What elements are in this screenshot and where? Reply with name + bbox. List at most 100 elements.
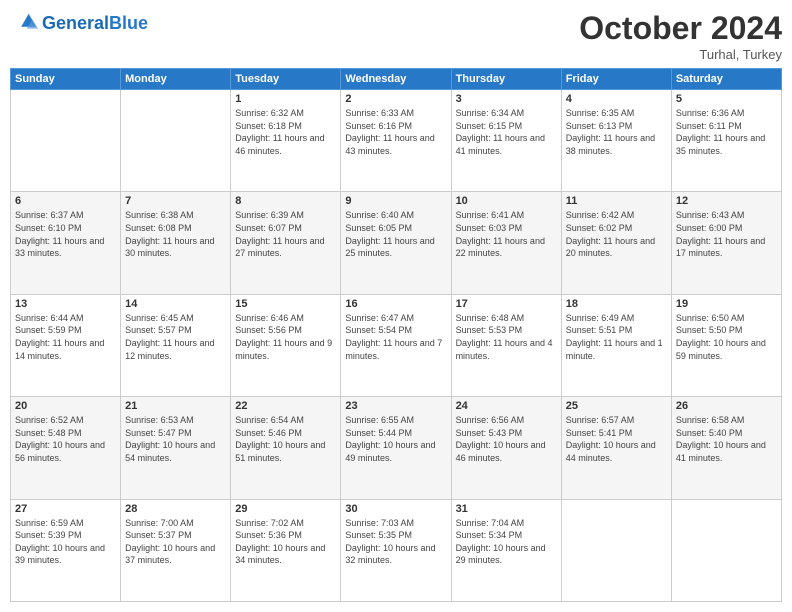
day-info: Sunrise: 6:57 AMSunset: 5:41 PMDaylight:… — [566, 414, 667, 464]
day-info: Sunrise: 6:34 AMSunset: 6:15 PMDaylight:… — [456, 107, 557, 157]
day-number: 16 — [345, 298, 446, 310]
day-number: 28 — [125, 503, 226, 515]
day-info: Sunrise: 6:33 AMSunset: 6:16 PMDaylight:… — [345, 107, 446, 157]
day-info: Sunrise: 6:48 AMSunset: 5:53 PMDaylight:… — [456, 312, 557, 362]
calendar-cell — [11, 90, 121, 192]
day-number: 8 — [235, 195, 336, 207]
logo-blue: Blue — [109, 13, 148, 33]
calendar-cell: 4 Sunrise: 6:35 AMSunset: 6:13 PMDaylight… — [561, 90, 671, 192]
day-number: 27 — [15, 503, 116, 515]
day-info: Sunrise: 6:49 AMSunset: 5:51 PMDaylight:… — [566, 312, 667, 362]
calendar-cell: 20 Sunrise: 6:52 AMSunset: 5:48 PMDayligh… — [11, 397, 121, 499]
day-info: Sunrise: 6:53 AMSunset: 5:47 PMDaylight:… — [125, 414, 226, 464]
col-header-friday: Friday — [561, 69, 671, 90]
day-number: 15 — [235, 298, 336, 310]
day-info: Sunrise: 6:39 AMSunset: 6:07 PMDaylight:… — [235, 209, 336, 259]
day-info: Sunrise: 6:50 AMSunset: 5:50 PMDaylight:… — [676, 312, 777, 362]
calendar-cell: 24Sunrise: 6:56 AMSunset: 5:43 PMDayligh… — [451, 397, 561, 499]
day-number: 18 — [566, 298, 667, 310]
day-info: Sunrise: 6:59 AMSunset: 5:39 PMDaylight:… — [15, 517, 116, 567]
day-info: Sunrise: 6:43 AMSunset: 6:00 PMDaylight:… — [676, 209, 777, 259]
calendar-cell: 13Sunrise: 6:44 AMSunset: 5:59 PMDayligh… — [11, 294, 121, 396]
logo: GeneralBlue — [10, 10, 148, 38]
day-number: 24 — [456, 400, 557, 412]
calendar-cell: 5 Sunrise: 6:36 AMSunset: 6:11 PMDaylight… — [671, 90, 781, 192]
day-number: 29 — [235, 503, 336, 515]
month-title: October 2024 — [579, 10, 782, 47]
calendar-cell — [561, 499, 671, 601]
calendar-cell: 27 Sunrise: 6:59 AMSunset: 5:39 PMDayligh… — [11, 499, 121, 601]
day-number: 26 — [676, 400, 777, 412]
day-number: 23 — [345, 400, 446, 412]
logo-text: GeneralBlue — [42, 14, 148, 34]
calendar-cell: 28 Sunrise: 7:00 AMSunset: 5:37 PMDayligh… — [121, 499, 231, 601]
calendar-cell: 1Sunrise: 6:32 AMSunset: 6:18 PMDaylight… — [231, 90, 341, 192]
col-header-saturday: Saturday — [671, 69, 781, 90]
calendar-cell: 9 Sunrise: 6:40 AMSunset: 6:05 PMDaylight… — [341, 192, 451, 294]
subtitle: Turhal, Turkey — [579, 47, 782, 62]
header: GeneralBlue October 2024 Turhal, Turkey — [10, 10, 782, 62]
col-header-thursday: Thursday — [451, 69, 561, 90]
day-info: Sunrise: 6:41 AMSunset: 6:03 PMDaylight:… — [456, 209, 557, 259]
calendar-cell: 2Sunrise: 6:33 AMSunset: 6:16 PMDaylight… — [341, 90, 451, 192]
day-number: 17 — [456, 298, 557, 310]
col-header-tuesday: Tuesday — [231, 69, 341, 90]
calendar-cell: 6 Sunrise: 6:37 AMSunset: 6:10 PMDaylight… — [11, 192, 121, 294]
calendar-cell: 29 Sunrise: 7:02 AMSunset: 5:36 PMDayligh… — [231, 499, 341, 601]
day-info: Sunrise: 6:47 AMSunset: 5:54 PMDaylight:… — [345, 312, 446, 362]
day-number: 4 — [566, 93, 667, 105]
calendar-cell: 16 Sunrise: 6:47 AMSunset: 5:54 PMDayligh… — [341, 294, 451, 396]
day-number: 22 — [235, 400, 336, 412]
calendar-cell: 15 Sunrise: 6:46 AMSunset: 5:56 PMDayligh… — [231, 294, 341, 396]
calendar-week-5: 27 Sunrise: 6:59 AMSunset: 5:39 PMDayligh… — [11, 499, 782, 601]
day-info: Sunrise: 6:55 AMSunset: 5:44 PMDaylight:… — [345, 414, 446, 464]
day-number: 19 — [676, 298, 777, 310]
col-header-wednesday: Wednesday — [341, 69, 451, 90]
calendar: SundayMondayTuesdayWednesdayThursdayFrid… — [10, 68, 782, 602]
day-info: Sunrise: 6:52 AMSunset: 5:48 PMDaylight:… — [15, 414, 116, 464]
day-number: 11 — [566, 195, 667, 207]
calendar-cell: 30Sunrise: 7:03 AMSunset: 5:35 PMDayligh… — [341, 499, 451, 601]
day-info: Sunrise: 6:46 AMSunset: 5:56 PMDaylight:… — [235, 312, 336, 362]
day-info: Sunrise: 6:54 AMSunset: 5:46 PMDaylight:… — [235, 414, 336, 464]
day-number: 14 — [125, 298, 226, 310]
day-number: 20 — [15, 400, 116, 412]
calendar-cell: 12 Sunrise: 6:43 AMSunset: 6:00 PMDayligh… — [671, 192, 781, 294]
logo-general: General — [42, 13, 109, 33]
day-number: 12 — [676, 195, 777, 207]
day-number: 25 — [566, 400, 667, 412]
calendar-cell — [121, 90, 231, 192]
day-number: 13 — [15, 298, 116, 310]
day-info: Sunrise: 6:42 AMSunset: 6:02 PMDaylight:… — [566, 209, 667, 259]
calendar-cell: 21 Sunrise: 6:53 AMSunset: 5:47 PMDayligh… — [121, 397, 231, 499]
day-info: Sunrise: 6:36 AMSunset: 6:11 PMDaylight:… — [676, 107, 777, 157]
day-number: 21 — [125, 400, 226, 412]
calendar-week-1: 1Sunrise: 6:32 AMSunset: 6:18 PMDaylight… — [11, 90, 782, 192]
calendar-cell: 22 Sunrise: 6:54 AMSunset: 5:46 PMDayligh… — [231, 397, 341, 499]
calendar-cell: 31Sunrise: 7:04 AMSunset: 5:34 PMDayligh… — [451, 499, 561, 601]
day-info: Sunrise: 7:02 AMSunset: 5:36 PMDaylight:… — [235, 517, 336, 567]
calendar-week-2: 6 Sunrise: 6:37 AMSunset: 6:10 PMDaylight… — [11, 192, 782, 294]
calendar-cell: 26Sunrise: 6:58 AMSunset: 5:40 PMDayligh… — [671, 397, 781, 499]
calendar-week-3: 13Sunrise: 6:44 AMSunset: 5:59 PMDayligh… — [11, 294, 782, 396]
day-info: Sunrise: 6:35 AMSunset: 6:13 PMDaylight:… — [566, 107, 667, 157]
day-info: Sunrise: 6:32 AMSunset: 6:18 PMDaylight:… — [235, 107, 336, 157]
day-number: 10 — [456, 195, 557, 207]
day-info: Sunrise: 6:37 AMSunset: 6:10 PMDaylight:… — [15, 209, 116, 259]
day-number: 3 — [456, 93, 557, 105]
day-info: Sunrise: 7:00 AMSunset: 5:37 PMDaylight:… — [125, 517, 226, 567]
title-block: October 2024 Turhal, Turkey — [579, 10, 782, 62]
day-info: Sunrise: 6:38 AMSunset: 6:08 PMDaylight:… — [125, 209, 226, 259]
calendar-cell: 10 Sunrise: 6:41 AMSunset: 6:03 PMDayligh… — [451, 192, 561, 294]
calendar-cell: 17 Sunrise: 6:48 AMSunset: 5:53 PMDayligh… — [451, 294, 561, 396]
day-number: 9 — [345, 195, 446, 207]
calendar-header-row: SundayMondayTuesdayWednesdayThursdayFrid… — [11, 69, 782, 90]
calendar-cell: 11 Sunrise: 6:42 AMSunset: 6:02 PMDayligh… — [561, 192, 671, 294]
calendar-cell: 8 Sunrise: 6:39 AMSunset: 6:07 PMDaylight… — [231, 192, 341, 294]
day-number: 7 — [125, 195, 226, 207]
day-info: Sunrise: 6:40 AMSunset: 6:05 PMDaylight:… — [345, 209, 446, 259]
day-info: Sunrise: 7:03 AMSunset: 5:35 PMDaylight:… — [345, 517, 446, 567]
day-number: 5 — [676, 93, 777, 105]
calendar-cell: 3 Sunrise: 6:34 AMSunset: 6:15 PMDaylight… — [451, 90, 561, 192]
day-number: 6 — [15, 195, 116, 207]
